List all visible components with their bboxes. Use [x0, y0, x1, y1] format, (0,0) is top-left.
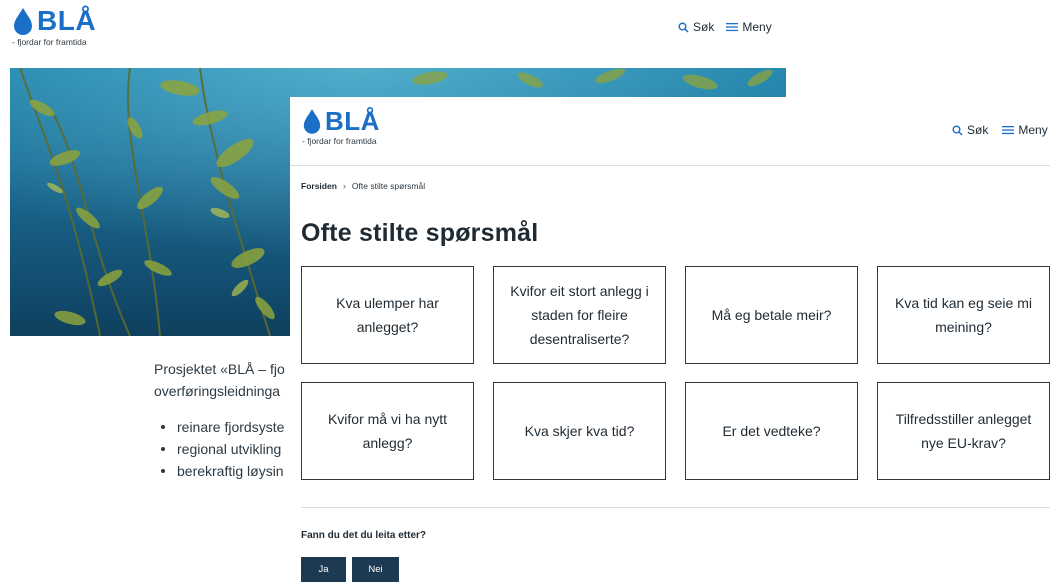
feedback-buttons: Ja Nei [301, 557, 399, 582]
faq-page-window: BLÅ - fjordar for framtida Søk Meny Fors… [290, 97, 1050, 582]
header-divider [290, 165, 1050, 166]
header-nav: Søk Meny [678, 20, 772, 34]
site-logo[interactable]: BLÅ - fjordar for framtida [12, 5, 97, 48]
page-title: Ofte stilte spørsmål [301, 219, 539, 247]
logo-wordmark: BLÅ [37, 5, 97, 36]
menu-button[interactable]: Meny [1002, 123, 1048, 137]
menu-button[interactable]: Meny [726, 20, 772, 34]
search-icon [952, 125, 963, 136]
feedback-no-button[interactable]: Nei [352, 557, 399, 582]
logo-tagline: - fjordar for framtida [12, 37, 87, 47]
list-item: reinare fjordsyste [154, 416, 304, 438]
faq-card-grid: Kva ulemper har anlegget? Kvifor eit sto… [301, 266, 1050, 480]
faq-card[interactable]: Kva skjer kva tid? [493, 382, 666, 480]
intro-line-2: overføringsleidninga [154, 383, 281, 399]
hamburger-menu-icon [726, 23, 739, 32]
intro-bullet-list: reinare fjordsyste regional utvikling be… [154, 416, 304, 482]
list-item: berekraftig løysin [154, 460, 304, 482]
search-label: Søk [693, 20, 715, 34]
feedback-question: Fann du det du leita etter? [301, 530, 427, 541]
menu-label: Meny [1018, 123, 1048, 137]
site-logo[interactable]: BLÅ - fjordar for framtida [302, 107, 380, 146]
search-button[interactable]: Søk [952, 123, 988, 137]
faq-card[interactable]: Tilfredsstiller anlegget nye EU-krav? [877, 382, 1050, 480]
feedback-divider [301, 507, 1050, 508]
logo-wordmark: BLÅ [325, 106, 380, 136]
intro-line-1: Prosjektet «BLÅ – fjo [154, 361, 285, 377]
header-nav: Søk Meny [952, 123, 1048, 137]
faq-card[interactable]: Kvifor må vi ha nytt anlegg? [301, 382, 474, 480]
feedback-yes-button[interactable]: Ja [301, 557, 346, 582]
water-drop-icon [14, 8, 32, 35]
search-icon [678, 22, 689, 33]
faq-card[interactable]: Kvifor eit stort anlegg i staden for fle… [493, 266, 666, 364]
background-header: BLÅ - fjordar for framtida Søk Meny [0, 0, 790, 60]
faq-card[interactable]: Kva ulemper har anlegget? [301, 266, 474, 364]
faq-card[interactable]: Kva tid kan eg seie mi meining? [877, 266, 1050, 364]
faq-card[interactable]: Er det vedteke? [685, 382, 858, 480]
background-intro-text: Prosjektet «BLÅ – fjo overføringsleidnin… [154, 358, 304, 482]
faq-card[interactable]: Må eg betale meir? [685, 266, 858, 364]
hamburger-menu-icon [1002, 126, 1015, 135]
search-label: Søk [967, 123, 989, 137]
list-item: regional utvikling [154, 438, 304, 460]
breadcrumb-current: Ofte stilte spørsmål [351, 181, 426, 191]
breadcrumb-separator: › [342, 181, 346, 191]
menu-label: Meny [742, 20, 772, 34]
breadcrumb-home-link[interactable]: Forsiden [301, 181, 337, 191]
search-button[interactable]: Søk [678, 20, 714, 34]
breadcrumb: Forsiden › Ofte stilte spørsmål [301, 181, 425, 191]
logo-tagline: - fjordar for framtida [302, 136, 377, 146]
water-drop-icon [303, 109, 321, 134]
